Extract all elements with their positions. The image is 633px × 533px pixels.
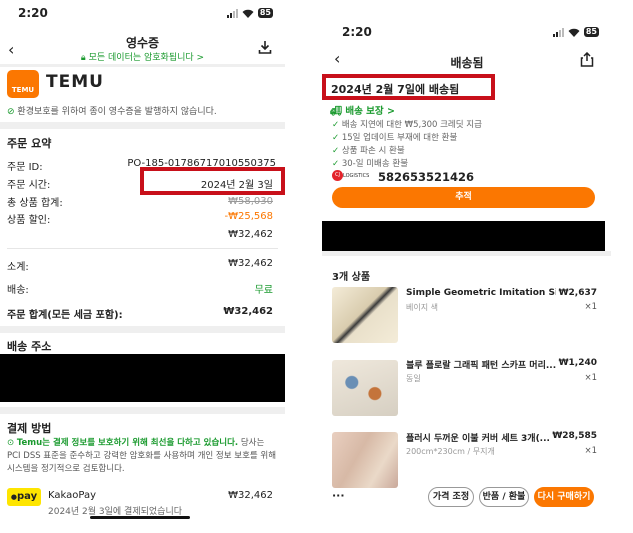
check-icon: ✓ bbox=[332, 159, 340, 169]
item-name: Simple Geometric Imitation Si... bbox=[406, 288, 556, 298]
kakaopay-logo: ●pay bbox=[7, 488, 41, 506]
guarantee-item: ✓ 30-일 미배송 환불 bbox=[332, 159, 409, 169]
item-price: ₩28,585 bbox=[552, 431, 597, 441]
truck-icon: 🚚︎ bbox=[330, 106, 343, 117]
total-items-label: 총 상품 합계: bbox=[7, 198, 63, 209]
shield-icon: ⊙ bbox=[7, 438, 15, 448]
pay-method: KakaoPay bbox=[48, 490, 96, 501]
item-qty: ×1 bbox=[584, 302, 597, 312]
share-icon[interactable] bbox=[580, 52, 594, 67]
wifi-icon bbox=[242, 9, 254, 18]
redacted-address bbox=[322, 221, 605, 251]
battery-icon: 85 bbox=[257, 8, 273, 18]
redacted-address bbox=[0, 354, 285, 402]
page-title: 배송됨 bbox=[450, 56, 484, 70]
order-summary-title: 주문 요약 bbox=[7, 137, 52, 150]
receipt-screen: 2:20 85 ‹ 영수증 🔒︎ 모든 데이터는 암호화됩니다 > TEMU T… bbox=[0, 0, 285, 533]
subtotal-value: ₩32,462 bbox=[228, 258, 273, 269]
order-time-label: 주문 시간: bbox=[7, 180, 51, 191]
items-count: 3개 상품 bbox=[332, 272, 371, 283]
discount-label: 상품 할인: bbox=[7, 215, 51, 226]
signal-icon bbox=[552, 27, 564, 37]
price-adjust-button[interactable]: 가격 조정 bbox=[428, 487, 474, 507]
status-bar: 2:20 85 bbox=[18, 6, 273, 22]
check-icon: ✓ bbox=[332, 133, 340, 143]
address-title: 배송 주소 bbox=[7, 340, 52, 353]
leaf-icon: ⊘ bbox=[7, 107, 15, 117]
delivered-heading: 2024년 2월 7일에 배송됨 bbox=[331, 83, 460, 96]
item-qty: ×1 bbox=[584, 373, 597, 383]
item-name: 블루 플로랄 그래픽 패턴 스카프 머리... bbox=[406, 361, 556, 371]
pay-amount: ₩32,462 bbox=[228, 490, 273, 501]
subtotal-label: 소계: bbox=[7, 262, 29, 273]
delivered-screen: 2:20 85 ‹ 배송됨 2024년 2월 7일에 배송됨 🚚︎ 배송 보장 … bbox=[322, 0, 611, 533]
page-title: 영수증 bbox=[125, 36, 160, 50]
wifi-icon bbox=[568, 28, 580, 37]
discount-value: -₩25,568 bbox=[224, 211, 274, 222]
item-qty: ×1 bbox=[584, 446, 597, 456]
item-price: ₩1,240 bbox=[558, 358, 597, 368]
item-price: ₩2,637 bbox=[558, 288, 597, 298]
encryption-link[interactable]: 🔒︎ 모든 데이터는 암호화됩니다 > bbox=[40, 50, 245, 63]
order-total-value: ₩32,462 bbox=[223, 306, 273, 317]
more-options-icon[interactable]: ··· bbox=[332, 489, 345, 502]
reorder-button[interactable]: 다시 구매하기 bbox=[534, 487, 594, 507]
temu-logo: TEMU bbox=[7, 70, 39, 98]
item-variant: 200cm*230cm / 무지개 bbox=[406, 447, 495, 456]
product-image-scarf-floral bbox=[332, 360, 398, 416]
product-image-duvet-set bbox=[332, 432, 398, 488]
shipping-label: 배송: bbox=[7, 285, 29, 296]
after-discount-value: ₩32,462 bbox=[228, 229, 273, 240]
item-variant: 동일 bbox=[406, 374, 421, 383]
guarantee-item: ✓ 배송 지연에 대한 ₩5,300 크레딧 지급 bbox=[332, 120, 482, 130]
order-time-highlight bbox=[140, 167, 285, 195]
cj-logistics-logo: CJ LOGISTICS bbox=[332, 170, 374, 182]
delivery-guarantee-link[interactable]: 🚚︎ 배송 보장 > bbox=[330, 103, 395, 117]
tracking-number: 582653521426 bbox=[378, 170, 475, 184]
order-total-label: 주문 합계(모든 세금 포함): bbox=[7, 310, 123, 321]
payment-title: 결제 방법 bbox=[7, 422, 52, 435]
guarantee-item: ✓ 상품 파손 시 환불 bbox=[332, 146, 405, 156]
encryption-link-label: 모든 데이터는 암호화됩니다 > bbox=[88, 53, 205, 63]
shipping-value: 무료 bbox=[254, 285, 273, 296]
product-image-scarf-beige bbox=[332, 287, 398, 343]
security-note: ⊙ Temu는 결제 정보를 보호하기 위해 최선을 다하고 있습니다. 당사는… bbox=[7, 438, 277, 474]
guarantee-item: ✓ 15일 업데이트 부재에 대한 환불 bbox=[332, 133, 458, 143]
item-name: 플러시 두꺼운 이불 커버 세트 3개(... bbox=[406, 434, 550, 444]
back-icon[interactable]: ‹ bbox=[334, 49, 340, 68]
status-time: 2:20 bbox=[342, 25, 372, 39]
check-icon: ✓ bbox=[332, 146, 340, 156]
track-button[interactable]: 추적 bbox=[332, 187, 595, 208]
eco-note: ⊘ 환경보호를 위하여 종이 영수증을 발행하지 않습니다. bbox=[7, 107, 217, 117]
lock-icon: 🔒︎ bbox=[80, 53, 86, 63]
cj-mark-icon: CJ bbox=[332, 170, 343, 181]
brand-name: TEMU bbox=[46, 72, 104, 92]
home-indicator bbox=[90, 516, 190, 519]
download-icon[interactable] bbox=[258, 40, 272, 54]
return-refund-button[interactable]: 반품 / 환불 bbox=[479, 487, 529, 507]
status-time: 2:20 bbox=[18, 6, 48, 20]
total-items-value: ₩58,030 bbox=[228, 196, 273, 207]
back-icon[interactable]: ‹ bbox=[8, 40, 14, 59]
battery-icon: 85 bbox=[583, 27, 599, 37]
summary-divider bbox=[7, 248, 278, 249]
order-id-label: 주문 ID: bbox=[7, 162, 43, 173]
status-bar: 2:20 85 bbox=[342, 25, 599, 41]
signal-icon bbox=[226, 8, 238, 18]
check-icon: ✓ bbox=[332, 120, 340, 130]
item-variant: 베이지 색 bbox=[406, 303, 438, 312]
